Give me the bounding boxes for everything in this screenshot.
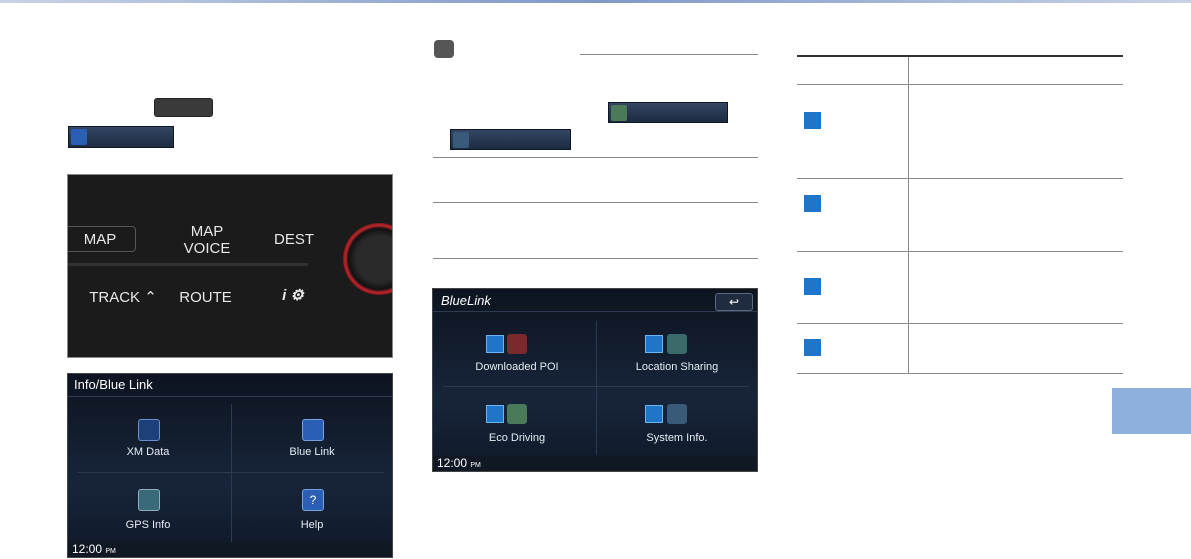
route-button-label: ROUTE — [179, 289, 232, 306]
status-clock: 12:00 PM — [68, 542, 392, 557]
table-row-rule — [797, 323, 1123, 324]
eco-driving-menu-button — [608, 102, 728, 123]
menu-item-help: Help — [300, 519, 324, 531]
title-divider — [68, 396, 392, 397]
callout-box — [486, 335, 504, 353]
eco-car-icon — [611, 105, 627, 121]
eco-car-icon — [507, 404, 527, 424]
status-clock: 12:00 PM — [433, 456, 757, 471]
callout-box — [804, 339, 821, 356]
note-marker-icon — [434, 40, 454, 58]
menu-item-system-info: System Info. — [646, 432, 708, 444]
callout-box — [486, 405, 504, 423]
grid-hdivider — [443, 386, 749, 387]
system-car-icon — [453, 132, 469, 148]
info-gear-icon: i ⚙ — [282, 287, 304, 304]
help-icon: ? — [302, 489, 324, 511]
callout-box — [804, 195, 821, 212]
table-row-rule — [797, 178, 1123, 179]
bluelink-screen: BlueLink ↩ Downloaded POI Location Shari… — [432, 288, 758, 472]
screen-title: Info/Blue Link — [74, 377, 153, 392]
map-button-label: MAP — [83, 231, 117, 248]
rule-1 — [580, 54, 758, 55]
head-unit-console-photo: MAP MAP VOICE DEST TRACK ⌃ ROUTE i ⚙ — [67, 174, 393, 358]
map-voice-button-label: MAP VOICE — [183, 223, 231, 257]
table-column-divider — [908, 57, 909, 374]
poi-pin-icon — [507, 334, 527, 354]
callout-box — [645, 405, 663, 423]
rule-3 — [433, 202, 758, 203]
volume-knob — [343, 223, 392, 295]
chapter-tab — [1112, 388, 1191, 434]
table-bottom-rule — [797, 373, 1123, 374]
menu-item-blue-link: Blue Link — [289, 446, 335, 458]
system-info-menu-button — [450, 129, 571, 150]
grid-hdivider — [78, 472, 384, 473]
menu-item-eco-driving: Eco Driving — [488, 432, 546, 444]
bluelink-logo: BlueLink — [441, 293, 491, 308]
table-header-rule — [797, 84, 1123, 85]
callout-box — [804, 278, 821, 295]
chevron-up-icon: ⌃ — [144, 289, 157, 306]
menu-item-location-sharing: Location Sharing — [635, 361, 719, 373]
callout-box — [645, 335, 663, 353]
blue-link-menu-button — [68, 126, 174, 148]
system-car-icon — [667, 404, 687, 424]
dest-button-label: DEST — [273, 231, 314, 248]
title-divider — [433, 311, 757, 312]
callout-box — [804, 112, 821, 129]
console-divider — [68, 263, 308, 266]
table-row-rule — [797, 251, 1123, 252]
menu-item-downloaded-poi: Downloaded POI — [475, 361, 559, 373]
gps-satellite-icon — [138, 489, 160, 511]
satellite-radio-icon — [138, 419, 160, 441]
blue-link-icon — [302, 419, 324, 441]
rule-4 — [433, 258, 758, 259]
back-arrow-icon: ↩ — [715, 293, 753, 311]
blue-link-icon — [71, 129, 87, 145]
menu-item-gps-info: GPS Info — [125, 519, 171, 531]
rule-2 — [433, 157, 758, 158]
track-button-label: TRACK ⌃ — [89, 289, 157, 306]
table-top-rule — [797, 55, 1123, 57]
info-bluelink-screen: Info/Blue Link XM Data Blue Link GPS Inf… — [67, 373, 393, 558]
info-key-button — [154, 98, 213, 117]
top-rule — [0, 0, 1191, 3]
location-sharing-person-icon — [667, 334, 687, 354]
menu-item-xm-data: XM Data — [126, 446, 170, 458]
